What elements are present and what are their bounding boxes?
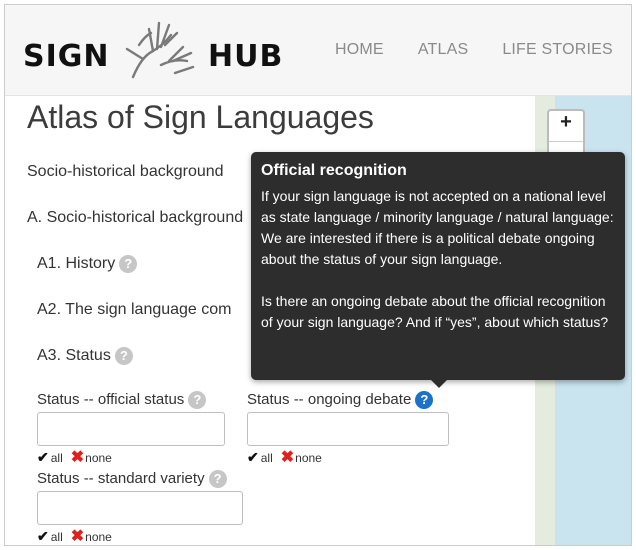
main-nav: HOME ATLAS LIFE STORIES bbox=[335, 41, 613, 59]
help-icon-active[interactable]: ? bbox=[415, 391, 434, 410]
help-icon[interactable]: ? bbox=[188, 391, 207, 410]
nav-home[interactable]: HOME bbox=[335, 41, 384, 59]
section-a1[interactable]: A1. History? bbox=[37, 255, 138, 273]
help-icon[interactable]: ? bbox=[208, 470, 227, 489]
ongoing-debate-filters: ✔ all ✖none bbox=[247, 447, 322, 467]
official-recognition-tooltip: Official recognition If your sign langua… bbox=[251, 152, 625, 388]
filter-none[interactable]: none bbox=[295, 451, 322, 465]
tooltip-paragraph-2: Is there an ongoing debate about the off… bbox=[261, 293, 609, 330]
zoom-in-button[interactable]: + bbox=[549, 111, 583, 142]
standard-variety-text: Status -- standard variety bbox=[37, 470, 205, 487]
filter-all[interactable]: all bbox=[51, 451, 63, 465]
page-title: Atlas of Sign Languages bbox=[27, 99, 374, 135]
section-a3-label: A3. Status bbox=[37, 347, 111, 365]
official-status-text: Status -- official status bbox=[37, 391, 185, 408]
cross-icon[interactable]: ✖ bbox=[281, 449, 294, 466]
ongoing-debate-input[interactable] bbox=[247, 412, 449, 446]
nav-atlas[interactable]: ATLAS bbox=[418, 41, 469, 59]
cross-icon[interactable]: ✖ bbox=[71, 528, 84, 545]
socio-historical-heading: Socio-historical background bbox=[27, 163, 224, 180]
cross-icon[interactable]: ✖ bbox=[71, 449, 84, 466]
logo-word-sign: SIGN bbox=[23, 39, 110, 74]
official-status-input[interactable] bbox=[37, 412, 225, 446]
ongoing-debate-text: Status -- ongoing debate bbox=[247, 391, 412, 408]
logo-word-hub: HUB bbox=[208, 39, 284, 74]
official-status-label: Status -- official status? bbox=[37, 391, 207, 410]
nav-life-stories[interactable]: LIFE STORIES bbox=[502, 41, 613, 59]
section-a2[interactable]: A2. The sign language com bbox=[37, 301, 232, 319]
ongoing-debate-label: Status -- ongoing debate? bbox=[247, 391, 434, 410]
section-a-heading[interactable]: A. Socio-historical background bbox=[27, 209, 243, 227]
official-status-filters: ✔ all ✖none bbox=[37, 447, 112, 467]
section-a3[interactable]: A3. Status? bbox=[37, 347, 133, 365]
help-icon[interactable]: ? bbox=[114, 347, 133, 365]
standard-variety-input[interactable] bbox=[37, 491, 243, 525]
standard-variety-filters: ✔ all ✖none bbox=[37, 526, 112, 545]
filter-none[interactable]: none bbox=[85, 530, 112, 544]
check-icon[interactable]: ✔ bbox=[37, 449, 49, 465]
section-a2-label: A2. The sign language com bbox=[37, 301, 232, 318]
browser-frame: SIGN HUB HOME ATLAS LIFE STORIES + Atlas… bbox=[4, 4, 632, 546]
tooltip-title: Official recognition bbox=[261, 162, 407, 179]
tooltip-arrow bbox=[431, 380, 447, 388]
check-icon[interactable]: ✔ bbox=[247, 449, 259, 465]
filter-all[interactable]: all bbox=[51, 530, 63, 544]
top-navbar: SIGN HUB HOME ATLAS LIFE STORIES bbox=[5, 5, 631, 96]
tooltip-paragraph-1: If your sign language is not accepted on… bbox=[261, 188, 614, 267]
help-icon[interactable]: ? bbox=[119, 255, 138, 273]
section-a1-label: A1. History bbox=[37, 255, 116, 273]
filter-none[interactable]: none bbox=[85, 451, 112, 465]
check-icon[interactable]: ✔ bbox=[37, 528, 49, 544]
filter-all[interactable]: all bbox=[261, 451, 273, 465]
hands-logo-icon bbox=[125, 21, 195, 79]
standard-variety-label: Status -- standard variety? bbox=[37, 470, 227, 489]
signhub-logo[interactable]: SIGN HUB bbox=[23, 15, 303, 85]
